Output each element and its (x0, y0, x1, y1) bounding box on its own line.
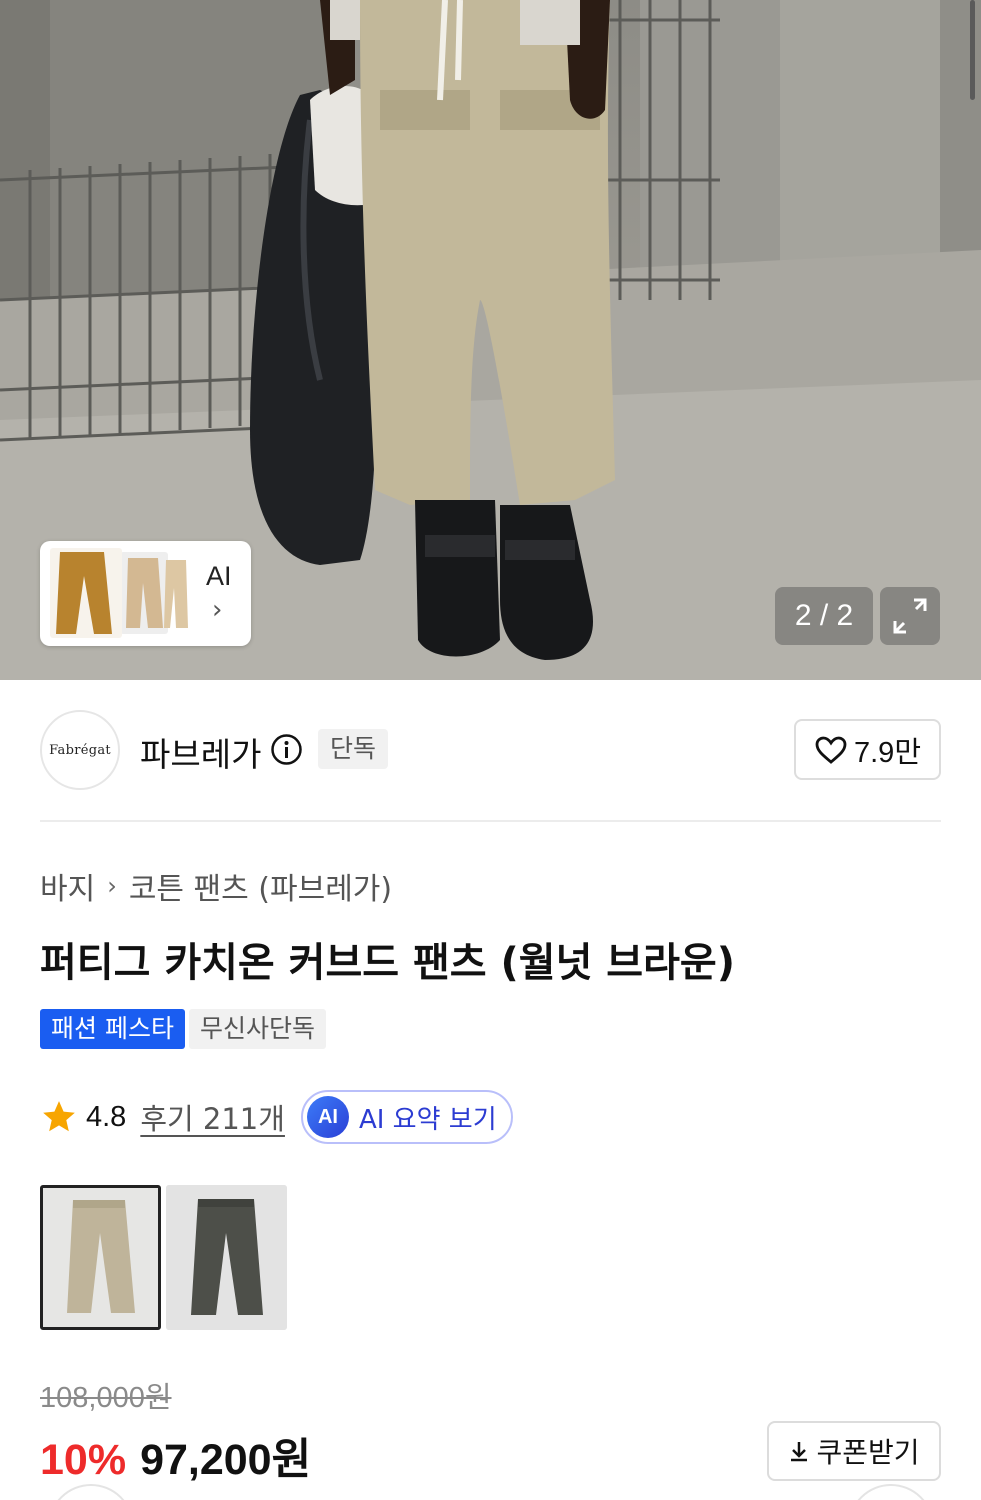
coupon-label: 쿠폰받기 (816, 1436, 920, 1469)
exclusive-tag: 단독 (318, 729, 389, 769)
divider (40, 820, 941, 822)
product-title: 퍼티그 카치온 커브드 팬츠 (월넛 브라운) (40, 940, 735, 986)
brand-name[interactable]: 파브레가 (140, 728, 261, 776)
expand-icon (893, 598, 927, 634)
info-icon[interactable] (270, 733, 303, 766)
gallery-scrollbar[interactable] (970, 0, 975, 100)
breadcrumb-category[interactable]: 바지 (40, 864, 95, 908)
musinsa-exclusive-badge: 무신사단독 (188, 1009, 326, 1049)
product-image-gallery[interactable]: AI › 2 / 2 (0, 0, 981, 680)
coupon-button[interactable]: 쿠폰받기 (767, 1421, 941, 1481)
image-counter: 2 / 2 (775, 587, 873, 645)
ai-summary-label: AI 요약 보기 (358, 1104, 497, 1135)
like-button[interactable]: 7.9만 (794, 719, 941, 780)
breadcrumb: 바지 › 코튼 팬츠 (파브레가) (40, 864, 392, 908)
chevron-right-icon: › (107, 872, 117, 900)
ai-badge-icon: AI (306, 1096, 349, 1138)
final-price-number: 97,200 (140, 1436, 272, 1484)
expand-image-button[interactable] (880, 587, 940, 645)
brand-logo[interactable]: Fabrégat (40, 710, 120, 790)
color-option-charcoal[interactable] (166, 1185, 287, 1330)
ai-label: AI (206, 561, 232, 591)
rating-score: 4.8 (86, 1100, 127, 1133)
similar-pants-thumbnail (48, 548, 198, 638)
final-price: 97,200원 (140, 1425, 311, 1487)
rating-row: 4.8 후기 211개 AI AI 요약 보기 (40, 1090, 513, 1144)
breadcrumb-subcategory[interactable]: 코튼 팬츠 (파브레가) (129, 864, 392, 908)
charcoal-pants-thumbnail (166, 1185, 287, 1330)
download-icon (791, 1442, 808, 1462)
final-price-unit: 원 (271, 1435, 312, 1485)
discount-rate: 10% (40, 1436, 127, 1484)
fashion-festa-badge[interactable]: 패션 페스타 (40, 1009, 185, 1049)
product-badges: 패션 페스타 무신사단독 (40, 1009, 326, 1049)
reviews-link[interactable]: 후기 211개 (140, 1096, 285, 1138)
star-icon (43, 1101, 75, 1132)
heart-icon (815, 736, 847, 764)
original-price: 108,000원 (40, 1382, 172, 1414)
color-option-beige[interactable] (40, 1185, 161, 1330)
bottom-icon-partial-right (848, 1484, 934, 1500)
chevron-right-icon: › (212, 595, 223, 625)
ai-similar-items-button[interactable]: AI › (40, 541, 251, 646)
beige-pants-thumbnail (43, 1188, 158, 1327)
price-row: 10% 97,200원 (40, 1425, 311, 1487)
ai-summary-button[interactable]: AI AI 요약 보기 (300, 1090, 513, 1144)
like-count: 7.9만 (854, 736, 921, 769)
